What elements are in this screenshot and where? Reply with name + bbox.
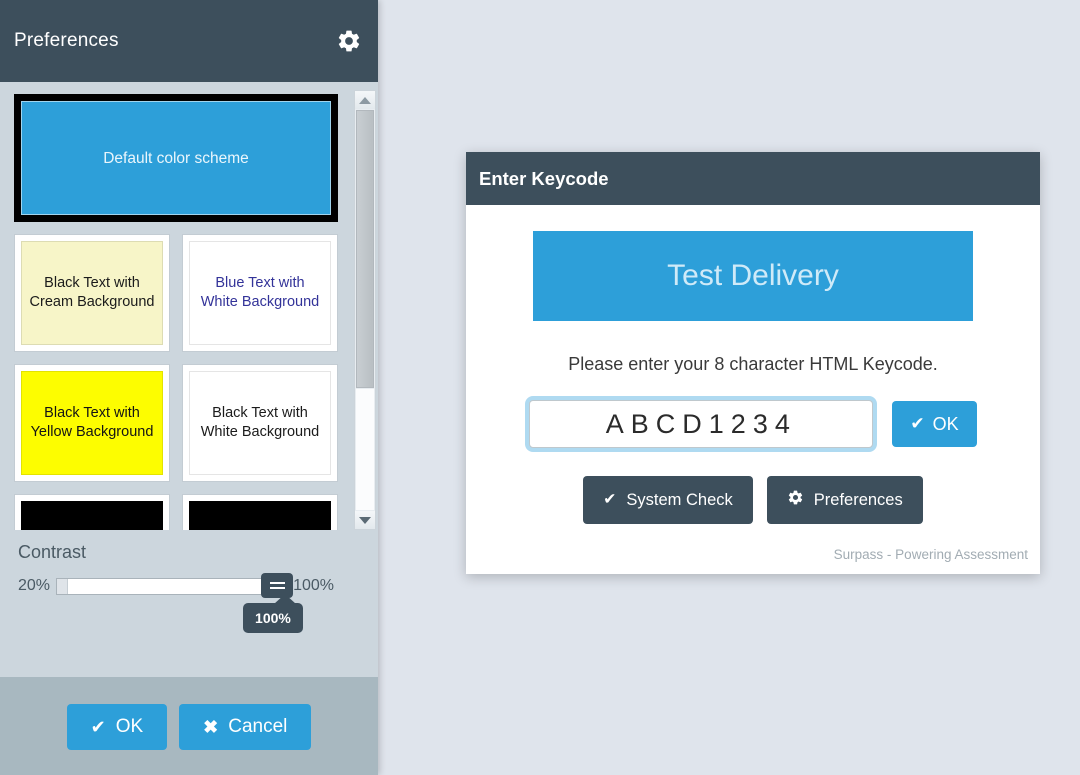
preferences-footer: ✔ OK ✖ Cancel bbox=[0, 677, 378, 775]
color-scheme-label: Default color scheme bbox=[103, 149, 249, 167]
color-scheme-option-black-1[interactable] bbox=[14, 494, 170, 530]
check-icon: ✔ bbox=[603, 491, 617, 509]
color-scheme-swatch: Black Text with White Background bbox=[189, 371, 331, 475]
gear-icon bbox=[787, 489, 804, 511]
color-scheme-option-blue-on-white[interactable]: Blue Text with White Background bbox=[182, 234, 338, 352]
keycode-entry-row: ✔ OK bbox=[500, 400, 1006, 448]
color-scheme-option-cream[interactable]: Black Text with Cream Background bbox=[14, 234, 170, 352]
preferences-button-label: Preferences bbox=[813, 490, 903, 509]
dialog-title: Enter Keycode bbox=[479, 167, 609, 189]
preferences-scroll-area: Default color scheme Black Text with Cre… bbox=[0, 82, 378, 677]
system-check-button[interactable]: ✔ System Check bbox=[583, 476, 753, 524]
preferences-scrollbar[interactable] bbox=[354, 90, 376, 530]
color-scheme-label: Black Text with Yellow Background bbox=[30, 405, 154, 440]
gear-icon[interactable] bbox=[336, 28, 362, 54]
color-scheme-swatch: Blue Text with White Background bbox=[189, 241, 331, 345]
dialog-footer-branding: Surpass - Powering Assessment bbox=[833, 547, 1028, 562]
color-scheme-option-black-on-white[interactable]: Black Text with White Background bbox=[182, 364, 338, 482]
slider-grip-line bbox=[269, 582, 285, 584]
color-scheme-option-black-2[interactable] bbox=[182, 494, 338, 530]
color-scheme-swatch: Black Text with Yellow Background bbox=[21, 371, 163, 475]
contrast-min-label: 20% bbox=[18, 577, 51, 594]
preferences-ok-button[interactable]: ✔ OK bbox=[66, 704, 168, 750]
scroll-up-arrow-icon[interactable] bbox=[355, 91, 375, 109]
slider-grip-line bbox=[269, 587, 285, 589]
color-scheme-swatch: Black Text with Cream Background bbox=[21, 241, 163, 345]
scroll-up-arrow-glyph bbox=[359, 96, 371, 104]
dialog-body: Test Delivery Please enter your 8 charac… bbox=[466, 205, 1040, 534]
preferences-panel-title: Preferences bbox=[14, 30, 119, 51]
enter-keycode-dialog: Enter Keycode Test Delivery Please enter… bbox=[466, 152, 1040, 574]
color-scheme-label: Blue Text with White Background bbox=[200, 275, 320, 310]
color-scheme-grid: Default color scheme Black Text with Cre… bbox=[0, 94, 352, 530]
contrast-slider-row: 20% 100% 100% bbox=[18, 573, 334, 633]
dialog-header: Enter Keycode bbox=[466, 152, 1040, 205]
preferences-panel: Preferences Default color scheme Black T… bbox=[0, 0, 378, 775]
check-icon: ✔ bbox=[910, 414, 925, 434]
scrollbar-track[interactable] bbox=[356, 389, 374, 510]
check-icon: ✔ bbox=[90, 716, 106, 737]
color-scheme-swatch bbox=[189, 501, 331, 530]
scroll-down-arrow-glyph bbox=[359, 516, 371, 524]
contrast-slider-track[interactable] bbox=[56, 577, 288, 595]
preferences-button[interactable]: Preferences bbox=[766, 476, 923, 524]
preferences-cancel-label: Cancel bbox=[228, 716, 288, 737]
contrast-control: Contrast 20% 100% 100% bbox=[0, 542, 352, 633]
color-scheme-swatch: Default color scheme bbox=[21, 101, 331, 215]
x-icon: ✖ bbox=[203, 716, 219, 737]
system-check-label: System Check bbox=[626, 490, 733, 509]
preferences-cancel-button[interactable]: ✖ Cancel bbox=[179, 704, 312, 750]
contrast-slider-tooltip: 100% bbox=[243, 594, 303, 633]
color-scheme-option-yellow[interactable]: Black Text with Yellow Background bbox=[14, 364, 170, 482]
color-scheme-list: Default color scheme Black Text with Cre… bbox=[0, 82, 352, 530]
contrast-slider[interactable]: 100% bbox=[56, 573, 303, 633]
test-delivery-banner: Test Delivery bbox=[533, 231, 973, 321]
color-scheme-selected-frame: Default color scheme bbox=[14, 94, 338, 222]
keycode-ok-label: OK bbox=[932, 413, 959, 434]
preferences-ok-label: OK bbox=[115, 716, 144, 737]
keycode-input[interactable] bbox=[529, 400, 874, 448]
keycode-ok-button[interactable]: ✔ OK bbox=[892, 401, 977, 447]
color-scheme-label: Black Text with Cream Background bbox=[29, 275, 155, 310]
color-scheme-label: Black Text with White Background bbox=[200, 405, 320, 440]
color-scheme-option-default[interactable]: Default color scheme bbox=[14, 94, 338, 222]
scrollbar-thumb[interactable] bbox=[356, 110, 374, 388]
test-delivery-label: Test Delivery bbox=[667, 259, 839, 292]
contrast-label: Contrast bbox=[18, 542, 87, 562]
contrast-max-label: 100% bbox=[293, 577, 334, 594]
keycode-instruction: Please enter your 8 character HTML Keyco… bbox=[568, 354, 938, 374]
color-scheme-swatch bbox=[21, 501, 163, 530]
scroll-down-arrow-icon[interactable] bbox=[355, 511, 375, 529]
preferences-panel-header: Preferences bbox=[0, 0, 378, 82]
dialog-actions: ✔ System Check Preferences bbox=[500, 476, 1006, 524]
